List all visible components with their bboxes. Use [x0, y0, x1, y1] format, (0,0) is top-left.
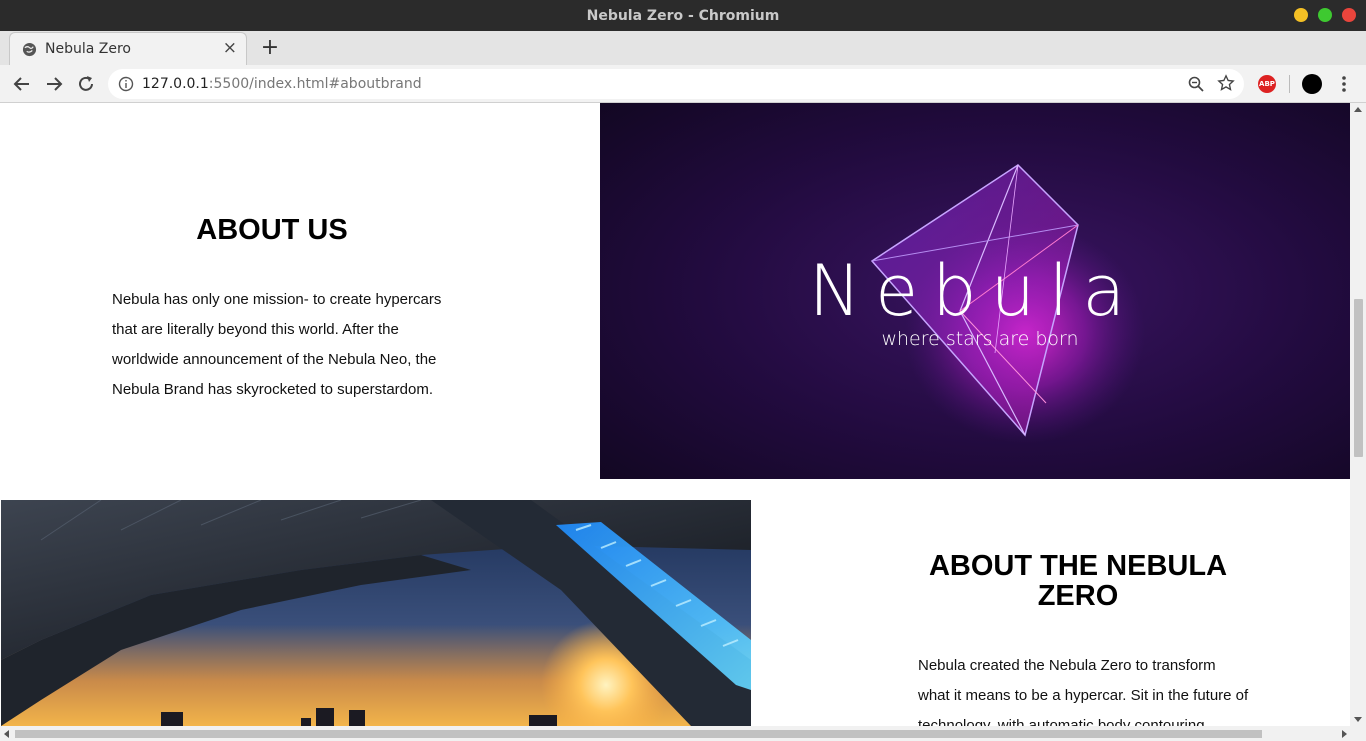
- zoom-icon[interactable]: [1188, 76, 1204, 92]
- vertical-scroll-thumb[interactable]: [1354, 299, 1363, 457]
- vertical-scrollbar[interactable]: [1350, 103, 1366, 726]
- globe-icon: [22, 42, 37, 57]
- nebula-logo-text: Nebula: [809, 250, 1140, 332]
- reload-icon[interactable]: [76, 74, 96, 94]
- window-titlebar: Nebula Zero - Chromium: [0, 0, 1366, 31]
- about-us-text: Nebula has only one mission- to create h…: [112, 291, 442, 398]
- maximize-button[interactable]: [1318, 8, 1332, 22]
- page-viewport: ABOUT US Nebula has only one mission- to…: [0, 103, 1350, 726]
- tab-strip: Nebula Zero × +: [0, 31, 1366, 65]
- address-bar[interactable]: 127.0.0.1:5500/index.html#aboutbrand: [108, 69, 1244, 99]
- bookmark-star-icon[interactable]: [1217, 74, 1235, 92]
- minimize-button[interactable]: [1294, 8, 1308, 22]
- nebula-logo-artwork: Nebula where stars are born: [600, 103, 1350, 479]
- scroll-down-arrow[interactable]: [1354, 717, 1362, 722]
- profile-avatar[interactable]: [1302, 74, 1322, 94]
- about-us-heading: ABOUT US: [196, 214, 348, 246]
- horizontal-scroll-thumb[interactable]: [15, 730, 1262, 738]
- about-nebula-zero-text: Nebula created the Nebula Zero to transf…: [918, 657, 1249, 726]
- nebula-zero-car-image: [1, 500, 751, 726]
- scroll-right-arrow[interactable]: [1342, 730, 1347, 738]
- nebula-tagline: where stars are born: [881, 328, 1078, 350]
- scroll-up-arrow[interactable]: [1354, 107, 1362, 112]
- kebab-menu-icon[interactable]: [1336, 74, 1352, 94]
- window-title: Nebula Zero - Chromium: [586, 8, 780, 24]
- site-info-icon[interactable]: [118, 76, 134, 92]
- browser-toolbar: 127.0.0.1:5500/index.html#aboutbrand ABP: [0, 65, 1366, 103]
- tab-close-icon[interactable]: ×: [223, 38, 237, 58]
- scroll-left-arrow[interactable]: [4, 730, 9, 738]
- nebula-brand-image: Nebula where stars are born: [600, 103, 1350, 479]
- about-nebula-zero-heading: ABOUT THE NEBULA ZERO: [928, 550, 1228, 612]
- url-path: :5500/index.html#aboutbrand: [208, 76, 422, 92]
- horizontal-scrollbar[interactable]: [0, 726, 1366, 741]
- tab-title: Nebula Zero: [45, 41, 131, 57]
- new-tab-button[interactable]: +: [259, 35, 281, 60]
- adblock-extension-icon[interactable]: ABP: [1258, 75, 1276, 93]
- url-text[interactable]: 127.0.0.1:5500/index.html#aboutbrand: [142, 76, 422, 92]
- close-window-button[interactable]: [1342, 8, 1356, 22]
- url-host: 127.0.0.1: [142, 76, 209, 92]
- car-interior-artwork: [1, 500, 751, 726]
- forward-arrow-icon[interactable]: [44, 74, 64, 94]
- back-arrow-icon[interactable]: [12, 74, 32, 94]
- tab-nebula-zero[interactable]: Nebula Zero ×: [9, 32, 247, 65]
- toolbar-separator: [1289, 75, 1290, 93]
